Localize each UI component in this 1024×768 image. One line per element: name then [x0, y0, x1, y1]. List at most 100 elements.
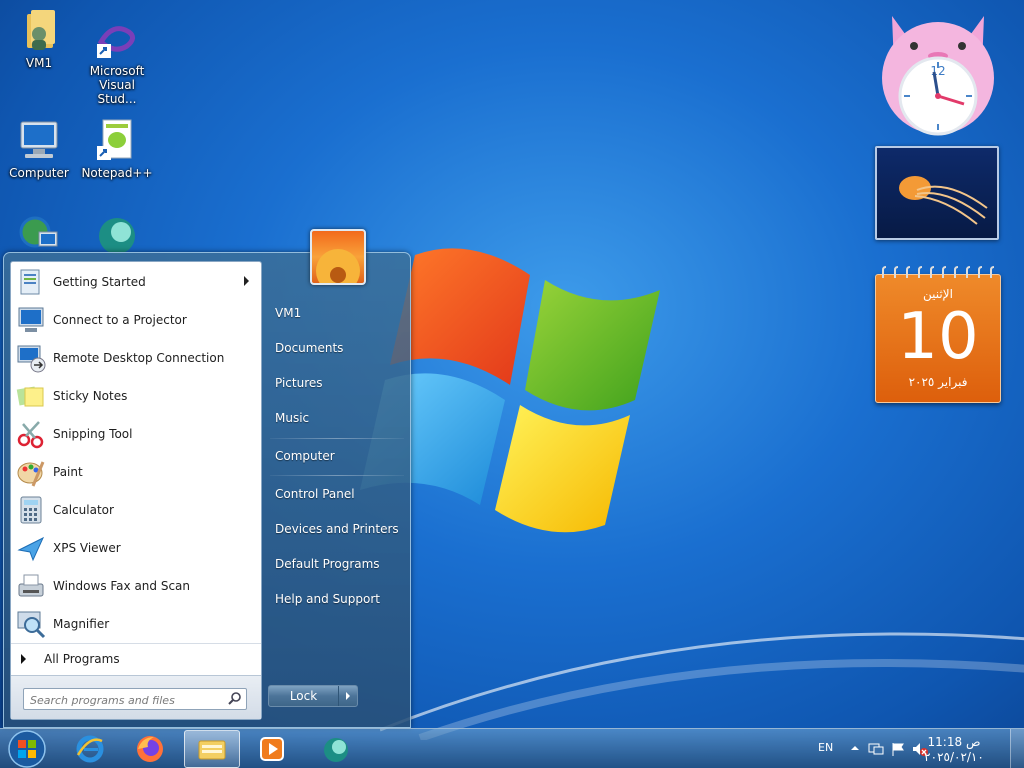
search-box [23, 688, 247, 711]
network-tray-icon[interactable] [868, 741, 884, 757]
desktop-icon-vm1[interactable]: VM1 [0, 6, 78, 70]
getting-started-icon [20, 269, 40, 295]
right-item-control-panel[interactable]: Control Panel [267, 479, 405, 509]
xps-viewer-icon [17, 536, 45, 562]
snipping-tool-icon [17, 421, 44, 449]
computer-icon [15, 116, 63, 164]
search-area [11, 675, 261, 719]
user-picture[interactable] [310, 229, 366, 285]
action-center-flag-icon[interactable] [890, 741, 906, 757]
right-item-label: Devices and Printers [275, 522, 399, 536]
app-icon [324, 738, 348, 762]
lock-button[interactable]: Lock [268, 685, 358, 707]
search-icon[interactable] [227, 691, 243, 707]
program-calculator[interactable]: Calculator [15, 492, 259, 528]
right-item-label: Documents [275, 341, 344, 355]
right-item-label: Default Programs [275, 557, 380, 571]
right-item-default-programs[interactable]: Default Programs [267, 549, 405, 579]
calendar-day: 10 [897, 300, 979, 374]
search-input[interactable] [24, 690, 214, 711]
tray-time: 11:18 ص [927, 735, 981, 749]
program-sticky-notes[interactable]: Sticky Notes [15, 378, 259, 414]
jellyfish-image [899, 176, 988, 225]
flower-image [316, 249, 360, 283]
program-label: Sticky Notes [53, 389, 128, 403]
right-item-help-support[interactable]: Help and Support [267, 584, 405, 614]
separator [270, 438, 404, 439]
program-fax-scan[interactable]: Windows Fax and Scan [15, 568, 259, 604]
desktop-icon-label: Computer [9, 166, 69, 180]
sticky-notes-icon [16, 386, 44, 407]
notepadpp-icon [93, 116, 141, 164]
program-label: Paint [53, 465, 83, 479]
desktop-icon-visual-studio[interactable]: Microsoft Visual Stud... [78, 14, 156, 106]
program-label: Connect to a Projector [53, 313, 187, 327]
right-item-label: Computer [275, 449, 335, 463]
user-folder-icon [15, 6, 63, 54]
program-paint[interactable]: Paint [15, 454, 259, 490]
start-menu: Getting Started Connect to a Projector R… [3, 229, 411, 728]
visual-studio-icon [93, 14, 141, 62]
taskbar-firefox[interactable] [122, 730, 178, 768]
desktop-icon-label: Notepad++ [81, 166, 153, 180]
right-item-label: Help and Support [275, 592, 380, 606]
firefox-icon [137, 736, 163, 762]
taskbar-app[interactable] [308, 730, 364, 768]
programs-pane: Getting Started Connect to a Projector R… [10, 261, 262, 720]
submenu-arrow-icon [244, 276, 249, 286]
program-label: Remote Desktop Connection [53, 351, 225, 365]
right-item-pictures[interactable]: Pictures [267, 368, 405, 398]
program-label: Calculator [53, 503, 114, 517]
program-xps-viewer[interactable]: XPS Viewer [15, 530, 259, 566]
paint-icon [17, 461, 45, 487]
right-item-label: VM1 [275, 306, 302, 320]
calendar-rings [882, 266, 995, 278]
separator [270, 475, 404, 476]
all-programs-button[interactable]: All Programs [11, 643, 261, 673]
app-icon [93, 210, 141, 258]
taskbar-media-player[interactable] [244, 730, 300, 768]
desktop-icon-notepadpp[interactable]: Notepad++ [78, 116, 156, 180]
right-item-computer[interactable]: Computer [267, 441, 405, 471]
right-item-music[interactable]: Music [267, 403, 405, 433]
program-label: Magnifier [53, 617, 110, 631]
show-hidden-icons-icon[interactable] [850, 743, 860, 753]
network-icon [15, 210, 63, 258]
clock-twelve: 12 [930, 64, 945, 78]
program-label: XPS Viewer [53, 541, 121, 555]
calendar-month-year: فبراير ٢٠٢٥ [908, 375, 968, 389]
start-orb-icon[interactable] [5, 729, 49, 768]
tray-date: ٢٠٢٥/٠٢/١٠ [924, 750, 984, 764]
fax-scan-icon [18, 574, 44, 597]
show-desktop-button[interactable] [1010, 729, 1024, 768]
calculator-icon [20, 496, 42, 524]
file-explorer-icon [198, 740, 226, 760]
shutdown-options-arrow-icon[interactable] [339, 692, 357, 700]
projector-icon [18, 307, 44, 332]
program-magnifier[interactable]: Magnifier [15, 606, 259, 642]
right-item-vm1[interactable]: VM1 [267, 298, 405, 328]
program-label: Windows Fax and Scan [53, 579, 191, 593]
right-item-label: Music [275, 411, 310, 425]
program-connect-projector[interactable]: Connect to a Projector [15, 302, 259, 338]
slideshow-gadget[interactable] [875, 146, 999, 240]
right-item-documents[interactable]: Documents [267, 333, 405, 363]
calendar-gadget[interactable]: الإثنين 10 فبراير ٢٠٢٥ [875, 266, 1001, 403]
desktop-icon-computer[interactable]: Computer [0, 116, 78, 180]
language-indicator[interactable]: EN [818, 741, 833, 754]
right-item-devices-printers[interactable]: Devices and Printers [267, 514, 405, 544]
program-snipping-tool[interactable]: Snipping Tool [15, 416, 259, 452]
taskbar-internet-explorer[interactable] [62, 730, 118, 768]
program-label: Snipping Tool [53, 427, 133, 441]
system-tray: EN 11:18 ص ٢٠٢٥/٠٢/١٠ [794, 729, 1024, 768]
taskbar-file-explorer[interactable] [184, 730, 240, 768]
program-remote-desktop[interactable]: Remote Desktop Connection [15, 340, 259, 376]
all-programs-arrow-icon [21, 653, 26, 664]
desktop-icon-label: VM1 [25, 56, 53, 70]
clock-gadget[interactable]: 12 [874, 6, 1002, 136]
clock-tray[interactable]: 11:18 ص ٢٠٢٥/٠٢/١٠ [914, 735, 994, 765]
all-programs-label: All Programs [44, 651, 120, 666]
remote-desktop-icon [17, 345, 46, 373]
program-getting-started[interactable]: Getting Started [15, 264, 259, 300]
magnifier-icon [17, 611, 46, 639]
